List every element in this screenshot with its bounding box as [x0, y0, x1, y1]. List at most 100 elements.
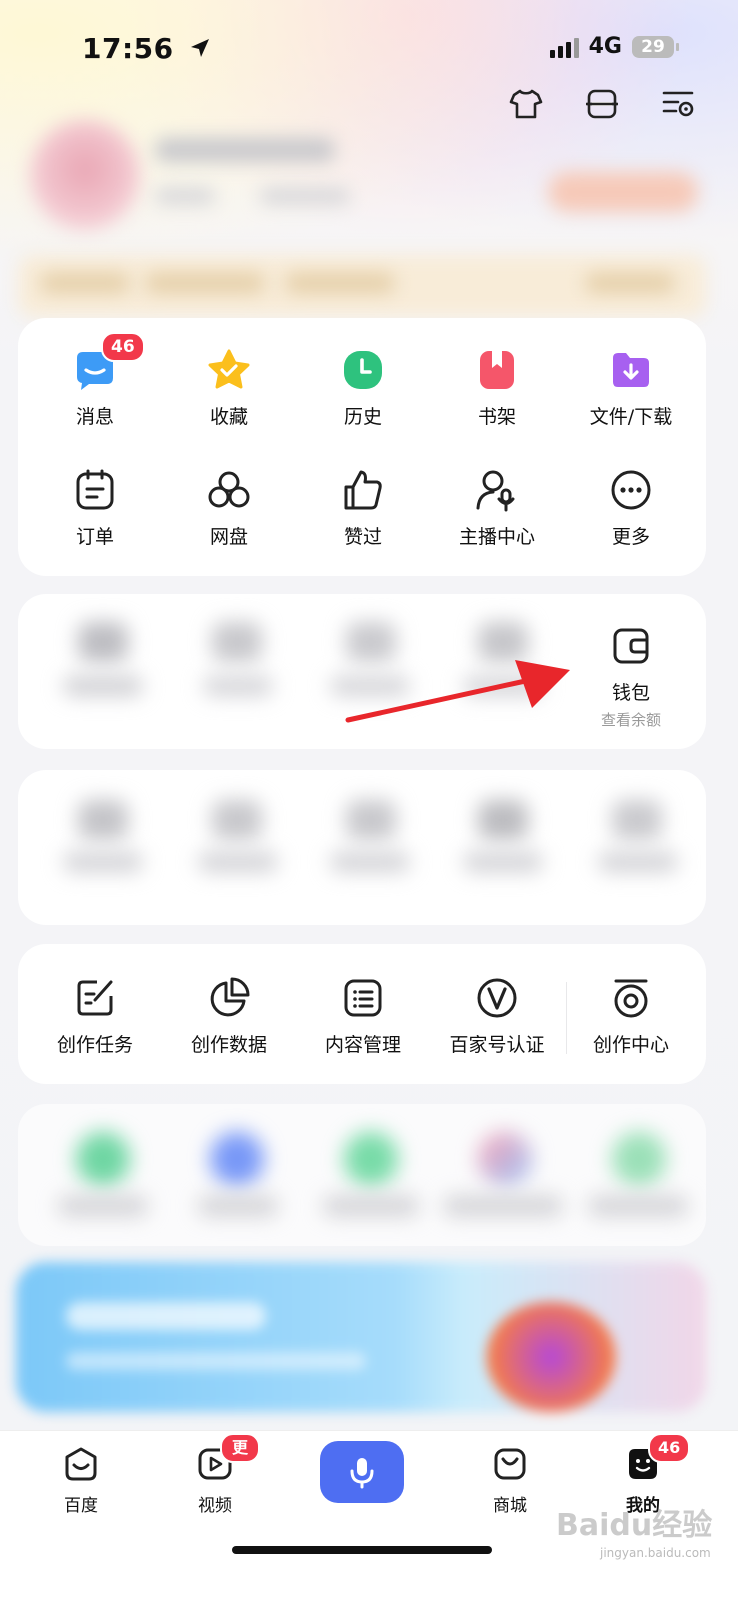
creator-tools-card: 创作任务 创作数据 内容管理 百家号认证 创作中心: [18, 944, 706, 1084]
menu-item-label: 消息: [75, 406, 114, 428]
menu-item-label: 书架: [477, 406, 516, 428]
nav-item-video[interactable]: 视频 更新: [170, 1433, 260, 1516]
banner-text-blurred: [145, 273, 265, 293]
blurred-item-icon: [212, 622, 262, 662]
nav-item-mall[interactable]: 商城: [465, 1445, 555, 1516]
network-type: 4G: [588, 34, 622, 59]
signal-icon: [549, 36, 579, 58]
update-badge: 更新: [220, 1433, 260, 1483]
watermark-url: jingyan.baidu.com: [600, 1546, 711, 1560]
more-dots-icon: [611, 470, 651, 510]
blurred-app-icon: [76, 1132, 130, 1186]
battery-icon: 29: [632, 35, 679, 58]
blurred-apps-card: [18, 1104, 706, 1246]
status-time-text: 17:56: [82, 32, 174, 65]
banner-text-blurred: [285, 273, 395, 293]
blurred-app-icon: [612, 1132, 666, 1186]
blurred-item-label: [443, 1196, 563, 1216]
menu-item-label: 网盘: [209, 526, 248, 548]
creator-item-tasks[interactable]: 创作任务: [35, 976, 155, 1057]
menu-item-netdisk[interactable]: 网盘: [169, 468, 289, 549]
message-badge: 46: [101, 332, 145, 362]
menu-item-downloads[interactable]: 文件/下载: [571, 348, 691, 429]
cloud-disk-icon: [208, 471, 250, 508]
shopping-bag-icon: [494, 1448, 526, 1480]
creator-item-center[interactable]: 创作中心: [571, 976, 691, 1057]
menu-item-label: 文件/下载: [589, 406, 673, 428]
menu-item-label: 更多: [611, 526, 650, 548]
thumbs-up-icon: [344, 470, 382, 510]
order-clipboard-icon: [76, 469, 114, 510]
menu-item-more[interactable]: 更多: [571, 468, 691, 549]
creator-item-verify[interactable]: 百家号认证: [437, 976, 557, 1057]
creator-item-label: 创作任务: [56, 1034, 133, 1056]
blurred-app-icon: [478, 1132, 532, 1186]
creator-item-label: 内容管理: [324, 1034, 401, 1056]
blurred-item-label: [323, 1196, 419, 1216]
banner-text-blurred: [40, 273, 130, 293]
profile-action-blurred[interactable]: [548, 172, 698, 212]
creator-item-label: 创作数据: [190, 1034, 267, 1056]
location-arrow-icon: [190, 39, 209, 57]
status-indicators: 4G 29: [549, 34, 679, 59]
menu-item-label: 历史: [343, 406, 382, 428]
blurred-item-icon: [478, 800, 528, 840]
blurred-item-label: [63, 852, 143, 872]
wallet-icon: [613, 628, 649, 664]
menu-item-favorites[interactable]: 收藏: [169, 348, 289, 429]
bookmark-book-icon: [480, 351, 514, 389]
username-blurred: [155, 138, 335, 162]
skin-shirt-icon[interactable]: [508, 86, 544, 122]
blurred-app-icon: [344, 1132, 398, 1186]
red-arrow-annotation: [345, 660, 570, 723]
verified-v-icon: [477, 978, 517, 1018]
menu-item-history[interactable]: 历史: [303, 348, 423, 429]
blurred-services-card: [18, 770, 706, 925]
baidu-jingyan-watermark: Baidu经验: [556, 1508, 713, 1543]
creator-center-icon: [614, 979, 648, 1018]
menu-item-liked[interactable]: 赞过: [303, 468, 423, 549]
blurred-item-icon: [212, 800, 262, 840]
blurred-item-icon: [78, 800, 128, 840]
menu-item-orders[interactable]: 订单: [35, 468, 155, 549]
pie-chart-icon: [210, 977, 250, 1017]
list-manage-icon: [344, 979, 382, 1017]
banner-text-blurred: [585, 273, 675, 293]
scan-icon[interactable]: [584, 86, 620, 122]
menu-item-streamer-center[interactable]: 主播中心: [437, 468, 557, 549]
blurred-item-label: [463, 852, 543, 872]
baidu-home-icon: [65, 1447, 97, 1481]
clock-icon: [344, 351, 382, 389]
nav-item-label: 商城: [493, 1496, 527, 1516]
nav-item-label: 视频: [198, 1496, 232, 1516]
promo-banner-blurred[interactable]: [16, 1262, 706, 1412]
microphone-icon: [350, 1458, 374, 1489]
creator-item-content[interactable]: 内容管理: [303, 976, 423, 1057]
status-time: 17:56: [82, 32, 212, 65]
blurred-item-label: [198, 1196, 278, 1216]
menu-item-label: 赞过: [343, 526, 382, 548]
blurred-item-icon: [346, 800, 396, 840]
blurred-item-label: [588, 1196, 688, 1216]
creator-item-label: 创作中心: [592, 1034, 669, 1056]
creator-item-label: 百家号认证: [449, 1034, 545, 1056]
blurred-item-label: [330, 852, 410, 872]
divider: [566, 982, 567, 1054]
blurred-item-icon: [78, 622, 128, 662]
profile-stat-blurred: [260, 188, 350, 204]
blurred-item-label: [58, 1196, 148, 1216]
settings-icon[interactable]: [660, 86, 696, 122]
menu-item-bookshelf[interactable]: 书架: [437, 348, 557, 429]
creator-item-data[interactable]: 创作数据: [169, 976, 289, 1057]
menu-item-messages[interactable]: 46 消息: [35, 332, 155, 429]
menu-item-label: 订单: [75, 526, 114, 548]
download-folder-icon: [613, 353, 649, 387]
avatar[interactable]: [30, 120, 140, 230]
star-icon: [208, 349, 250, 389]
nav-item-baidu[interactable]: 百度: [36, 1445, 126, 1516]
voice-search-button[interactable]: [320, 1441, 404, 1503]
blurred-item-label: [198, 852, 278, 872]
mine-badge: 46: [648, 1433, 691, 1463]
home-indicator[interactable]: [232, 1546, 492, 1554]
profile-stat-blurred: [155, 188, 215, 204]
